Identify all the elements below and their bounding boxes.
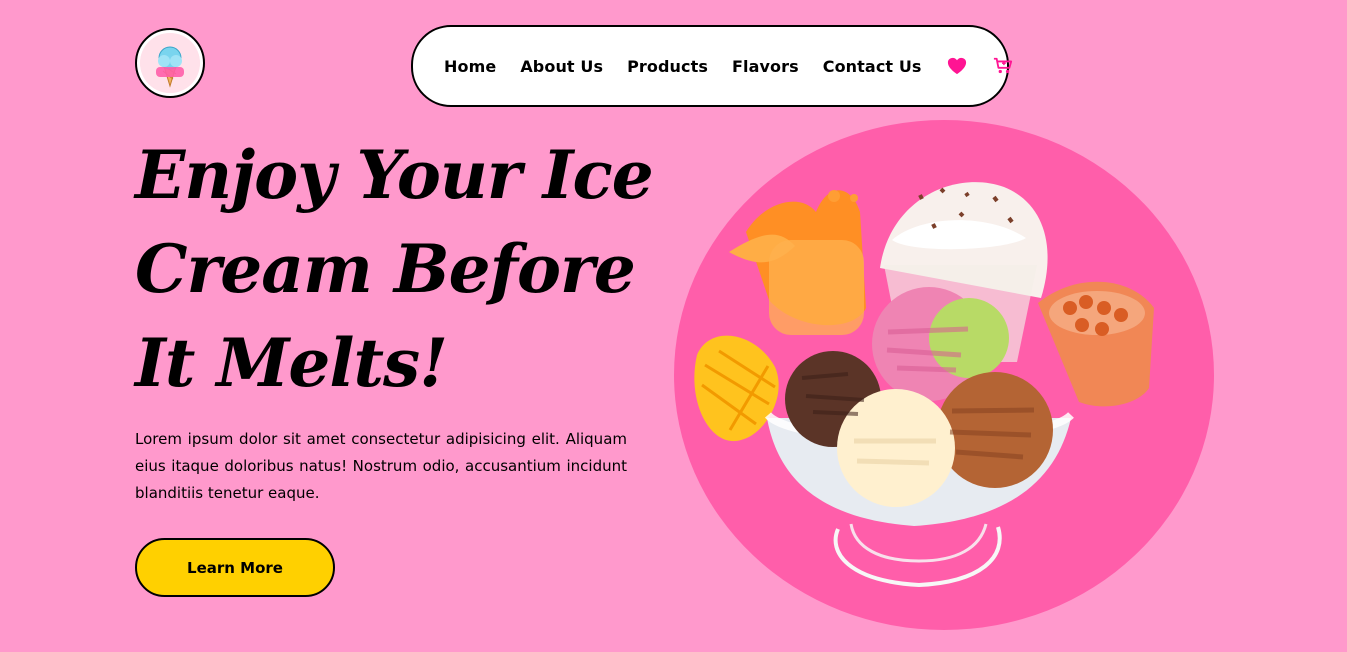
nav-home[interactable]: Home — [444, 57, 496, 76]
nav-about-us[interactable]: About Us — [520, 57, 603, 76]
nav-flavors[interactable]: Flavors — [732, 57, 799, 76]
page: Home About Us Products Flavors Contact U… — [0, 0, 1347, 652]
logo[interactable] — [135, 28, 205, 98]
main-navigation: Home About Us Products Flavors Contact U… — [411, 25, 1012, 107]
hero-title: Enjoy Your Ice Cream Before It Melts! — [135, 136, 654, 402]
nav-contact-us[interactable]: Contact Us — [823, 57, 922, 76]
hero-description: Lorem ipsum dolor sit amet consectetur a… — [135, 430, 627, 502]
ice-cream-dessert-image — [694, 182, 1154, 588]
hero-image — [674, 120, 1214, 630]
cart-icon[interactable] — [992, 54, 1014, 78]
logo-image — [140, 33, 200, 93]
learn-more-button[interactable]: Learn More — [135, 538, 335, 597]
heart-icon[interactable] — [946, 54, 968, 78]
nav-products[interactable]: Products — [627, 57, 708, 76]
